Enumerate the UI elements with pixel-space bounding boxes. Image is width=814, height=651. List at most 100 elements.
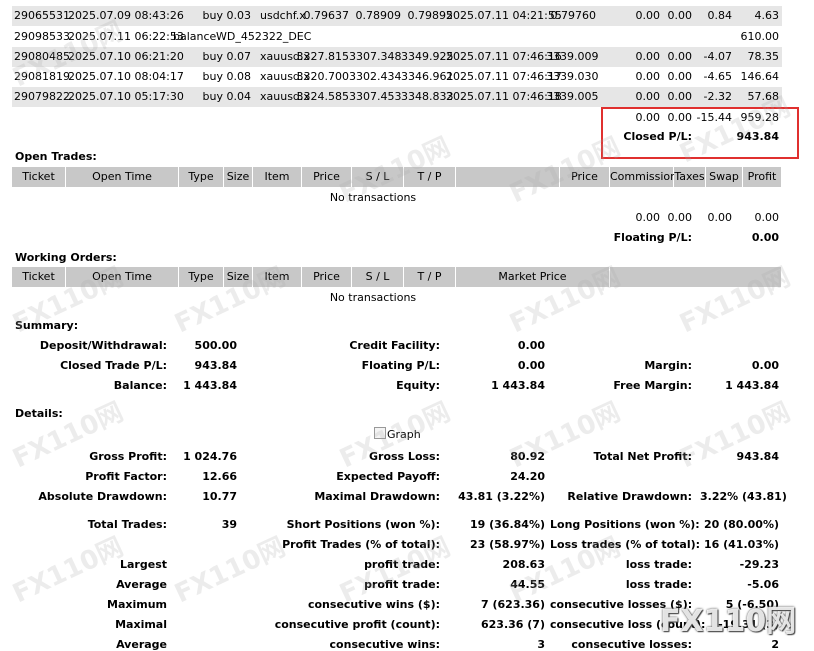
average2-label: Average [116,638,167,651]
size-cell: 0.04 [226,90,252,103]
floating-pl-value: 0.00 [751,231,779,244]
open-swap-total: 0.00 [707,211,733,224]
maximal-consecutive-profit-value: 623.36 (7) [481,618,545,631]
price-cell: 3324.585 [296,90,350,103]
profit-cell: 4.63 [754,9,780,22]
largest-loss-value: -29.23 [739,558,779,571]
average-loss-value: -5.06 [747,578,779,591]
open-time-cell: 2025.07.10 05:17:30 [68,90,184,103]
relative-drawdown-value: 3.22% (43.81) [700,490,787,503]
close-price-cell: 3339.030 [546,70,599,83]
type-cell: buy [202,70,223,83]
commission-cell: 0.00 [635,9,661,22]
size-cell: 0.03 [226,9,252,22]
profit-cell: 78.35 [747,50,780,63]
sl-cell [349,27,401,47]
col-item: Item [253,167,302,187]
profit-factor-label: Profit Factor: [85,470,167,483]
total-trades-label: Total Trades: [87,518,167,531]
size-cell: 0.08 [226,70,252,83]
commission-cell [606,27,660,47]
open-commission-total: 0.00 [635,211,661,224]
long-positions-value: 20 (80.00%) [703,518,779,531]
profit-cell: 146.64 [740,70,780,83]
maximal-label: Maximal [115,618,167,631]
swap-cell: -4.65 [703,70,732,83]
working-orders-header: Ticket Open Time Type Size Item Price S … [12,267,782,287]
col-swap: Swap [706,167,743,187]
profit-factor-value: 12.66 [202,470,237,483]
closed-trade-pl-label: Closed Trade P/L: [60,359,167,372]
col-type: Type [179,167,224,187]
floating-pl-summary-label: Floating P/L: [361,359,440,372]
type-cell: balance [173,30,217,43]
deposit-value: 500.00 [194,339,237,352]
commission-cell: 0.00 [635,70,661,83]
swap-cell [692,27,732,47]
table-row: 29081819 2025.07.10 08:04:17 buy 0.08 xauusd… [12,67,782,87]
table-row: 29065531 2025.07.09 08:43:26 buy 0.03 usdchf… [12,6,782,26]
deposit-label: Deposit/Withdrawal: [39,339,167,352]
close-time-cell [446,27,558,47]
sl-cell: 3307.348 [349,50,402,63]
open-profit-total: 0.00 [754,211,780,224]
margin-label: Margin: [644,359,692,372]
price-cell: 0.79637 [303,9,350,22]
max-consecutive-wins-label: consecutive wins ($): [307,598,440,611]
taxes-cell: 0.00 [667,9,693,22]
close-time-cell: 2025.07.11 07:46:16 [446,50,562,63]
price-cell: 3320.700 [296,70,350,83]
net-profit-label: Total Net Profit: [593,450,693,463]
gross-profit-value: 1 024.76 [183,450,237,463]
expected-payoff-value: 24.20 [510,470,545,483]
total-trades-value: 39 [221,518,237,531]
close-price-cell [546,27,596,47]
equity-label: Equity: [396,379,440,392]
taxes-cell: 0.00 [667,70,693,83]
free-margin-value: 1 443.84 [725,379,779,392]
col-tp: T / P [404,267,456,287]
swap-cell: -4.07 [703,50,732,63]
long-positions-label: Long Positions (won %): [550,518,700,531]
col-profit: Profit [743,167,782,187]
equity-value: 1 443.84 [491,379,545,392]
type-cell: buy [202,50,223,63]
sl-cell: 3307.453 [349,90,402,103]
expected-payoff-label: Expected Payoff: [336,470,440,483]
col-price: Price [302,267,352,287]
margin-value: 0.00 [751,359,779,372]
table-row: 29079822 2025.07.10 05:17:30 buy 0.04 xauusd… [12,87,782,107]
close-price-cell: 3339.009 [546,50,599,63]
maximal-drawdown-label: Maximal Drawdown: [314,490,440,503]
commission-cell: 0.00 [635,90,661,103]
floating-pl-summary-value: 0.00 [517,359,545,372]
price-cell [296,27,349,47]
maximal-drawdown-value: 43.81 (3.22%) [458,490,545,503]
sl-cell: 0.78909 [355,9,402,22]
close-time-cell: 2025.07.11 04:21:55 [446,9,562,22]
floating-pl-label: Floating P/L: [613,231,692,244]
price-cell: 3327.815 [296,50,350,63]
table-row: 29080485 2025.07.10 06:21:20 buy 0.07 xauusd… [12,47,782,67]
type-cell: buy [202,90,223,103]
close-time-cell: 2025.07.11 07:46:18 [446,90,562,103]
profit-cell: 610.00 [740,30,780,43]
avg-consecutive-wins-label: consecutive wins: [329,638,440,651]
loss-trades-value: 16 (41.03%) [703,538,779,551]
close-time-cell: 2025.07.11 07:46:17 [446,70,562,83]
profit-trades-value: 23 (58.97%) [469,538,545,551]
absolute-drawdown-label: Absolute Drawdown: [38,490,167,503]
short-positions-value: 19 (36.84%) [469,518,545,531]
ticket-cell: 29065531 [14,9,70,22]
col-size: Size [224,167,253,187]
absolute-drawdown-value: 10.77 [202,490,237,503]
balance-value: 1 443.84 [183,379,237,392]
open-trades-title: Open Trades: [15,150,97,163]
type-cell: buy [202,9,223,22]
col-ticket: Ticket [12,167,66,187]
balance-label: Balance: [113,379,167,392]
open-taxes-total: 0.00 [667,211,693,224]
free-margin-label: Free Margin: [613,379,692,392]
credit-value: 0.00 [517,339,545,352]
col-sl: S / L [352,267,404,287]
